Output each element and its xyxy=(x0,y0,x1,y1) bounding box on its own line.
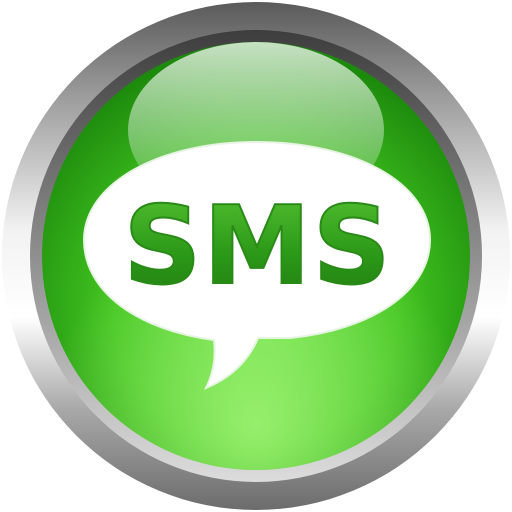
sms-label: SMS xyxy=(123,184,392,309)
sms-app-icon[interactable]: SMS xyxy=(0,0,512,512)
sms-icon-graphic: SMS xyxy=(2,2,510,510)
